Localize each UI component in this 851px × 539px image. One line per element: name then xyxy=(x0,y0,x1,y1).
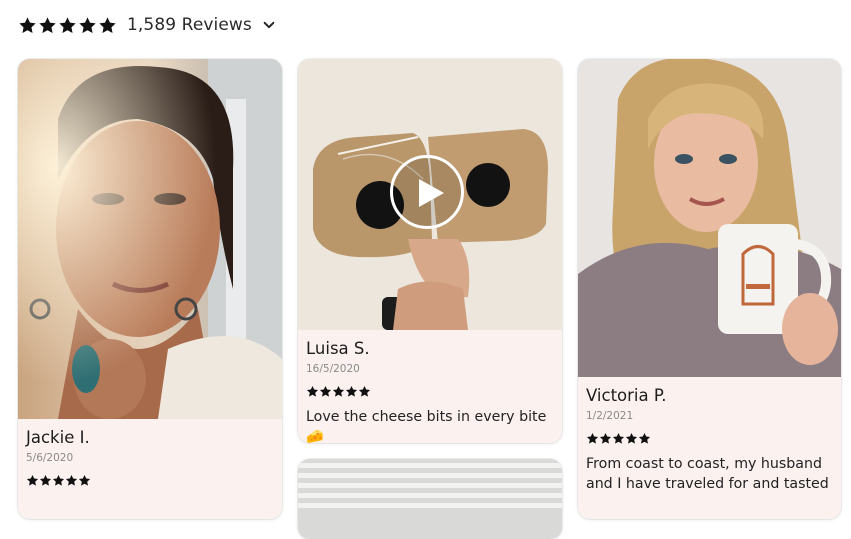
review-date: 1/2/2021 xyxy=(586,410,634,422)
rating-stars xyxy=(18,16,117,35)
review-photo[interactable] xyxy=(578,59,841,377)
review-card[interactable]: Luisa S. 16/5/2020 Love the cheese bits … xyxy=(298,59,562,443)
star-icon xyxy=(625,432,638,445)
star-icon xyxy=(58,16,77,35)
star-icon xyxy=(306,385,319,398)
review-card[interactable] xyxy=(298,459,562,539)
review-photo[interactable] xyxy=(18,59,282,419)
star-icon xyxy=(78,16,97,35)
reviews-count-label[interactable]: 1,589 Reviews xyxy=(127,15,252,35)
star-icon xyxy=(358,385,371,398)
chevron-down-icon[interactable] xyxy=(262,18,276,32)
star-icon xyxy=(599,432,612,445)
star-icon xyxy=(98,16,117,35)
star-icon xyxy=(332,385,345,398)
star-icon xyxy=(26,474,39,487)
review-date: 5/6/2020 xyxy=(26,452,74,464)
reviewer-name: Victoria P. xyxy=(586,386,667,405)
review-card[interactable]: Jackie I. 5/6/2020 xyxy=(18,59,282,519)
star-icon xyxy=(638,432,651,445)
star-icon xyxy=(78,474,91,487)
star-icon xyxy=(39,474,52,487)
review-stars xyxy=(306,385,554,398)
star-icon xyxy=(18,16,37,35)
review-date: 16/5/2020 xyxy=(306,363,360,375)
star-icon xyxy=(319,385,332,398)
play-icon xyxy=(419,179,444,207)
star-icon xyxy=(586,432,599,445)
review-text: From coast to coast, my husband and I ha… xyxy=(586,456,829,492)
review-text: Love the cheese bits in every bite 🧀 xyxy=(306,409,547,443)
star-icon xyxy=(52,474,65,487)
star-icon xyxy=(612,432,625,445)
review-stars xyxy=(26,474,274,487)
review-photo[interactable] xyxy=(298,459,562,539)
star-icon xyxy=(38,16,57,35)
review-stars xyxy=(586,432,833,445)
play-button[interactable] xyxy=(390,155,464,229)
reviewer-name: Jackie I. xyxy=(26,428,90,447)
reviewer-name: Luisa S. xyxy=(306,339,370,358)
star-icon xyxy=(345,385,358,398)
star-icon xyxy=(65,474,78,487)
reviews-summary: 1,589 Reviews xyxy=(18,12,276,38)
review-card[interactable]: Victoria P. 1/2/2021 From coast to coast… xyxy=(578,59,841,519)
